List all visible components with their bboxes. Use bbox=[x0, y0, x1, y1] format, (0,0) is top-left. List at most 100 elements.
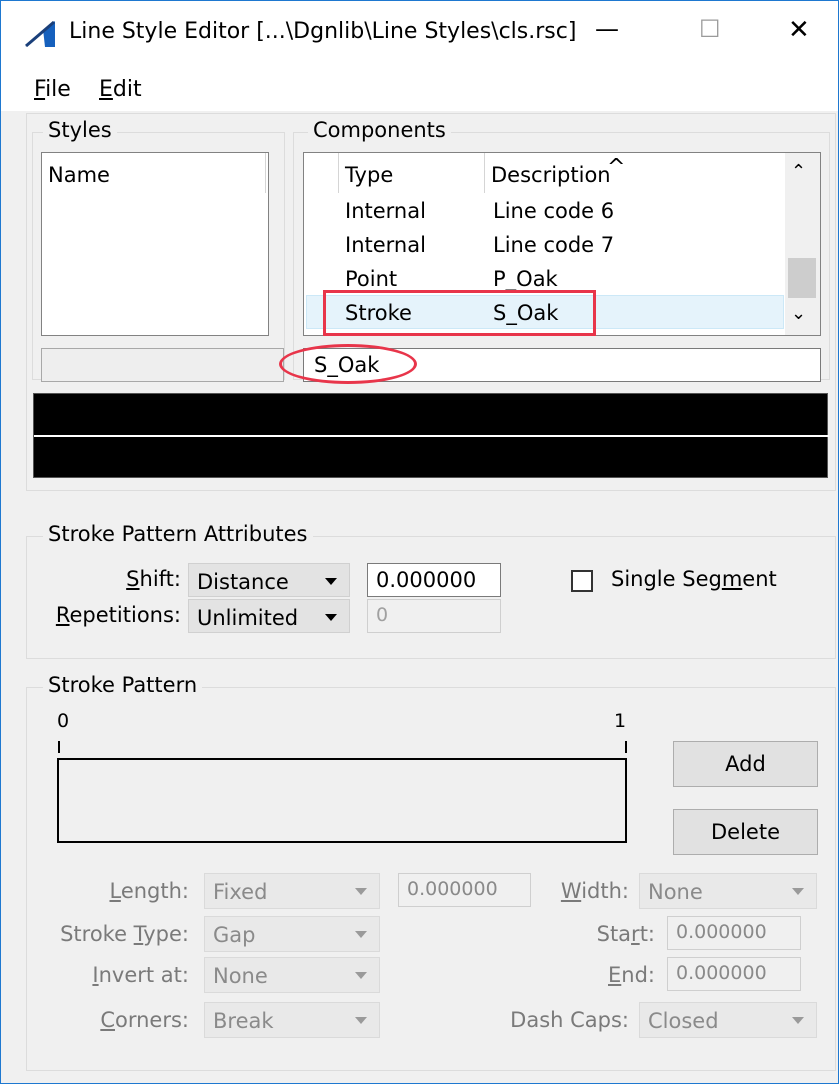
stroke-type-label: Stroke Type: bbox=[31, 922, 189, 946]
component-row-description[interactable]: Line code 6 bbox=[493, 199, 614, 223]
end-value-input: 0.000000 bbox=[667, 957, 801, 991]
ruler-end-tick bbox=[625, 741, 627, 753]
styles-name-header[interactable]: Name bbox=[42, 153, 266, 193]
dash-caps-label-text: Dash Caps: bbox=[510, 1008, 629, 1032]
length-label: Length: bbox=[41, 879, 189, 903]
width-label-key: W bbox=[560, 879, 582, 903]
single-segment-text: ent bbox=[742, 567, 777, 591]
component-row-type[interactable]: Point bbox=[345, 267, 397, 291]
stroke-type-dropdown: Gap bbox=[204, 916, 380, 952]
corners-label-key: C bbox=[100, 1008, 115, 1032]
stroke-pattern-canvas[interactable] bbox=[57, 758, 627, 843]
add-button[interactable]: Add bbox=[673, 741, 818, 787]
shift-label: Shift: bbox=[81, 567, 181, 591]
stroke-type-label-text: ype: bbox=[143, 922, 189, 946]
line-style-preview bbox=[33, 393, 829, 478]
minimize-button[interactable]: — bbox=[595, 15, 619, 43]
components-scrollbar[interactable]: ⌃ ⌄ bbox=[785, 153, 820, 335]
single-segment-checkbox[interactable] bbox=[571, 570, 593, 592]
stroke-pattern-label: Stroke Pattern bbox=[43, 673, 203, 697]
length-dropdown-value: Fixed bbox=[213, 880, 268, 904]
annotation-highlight-box bbox=[323, 290, 596, 336]
invert-at-label-text: nvert at: bbox=[98, 963, 189, 987]
stroke-pattern-attributes-group bbox=[26, 536, 836, 659]
shift-dropdown[interactable]: Distance bbox=[188, 563, 350, 597]
chevron-down-icon bbox=[792, 1017, 804, 1024]
components-type-header-label: Type bbox=[345, 163, 394, 187]
shift-label-text: hift: bbox=[139, 567, 181, 591]
single-segment-key: m bbox=[721, 567, 743, 591]
repetitions-label: Repetitions: bbox=[31, 603, 181, 627]
components-description-header[interactable]: Description ^ bbox=[485, 153, 787, 193]
styles-list[interactable]: Name bbox=[41, 152, 269, 336]
width-dropdown-value: None bbox=[648, 880, 703, 904]
components-blank-header bbox=[304, 153, 339, 193]
menu-file[interactable]: File bbox=[34, 77, 71, 102]
length-label-text: ength: bbox=[120, 879, 189, 903]
chevron-down-icon bbox=[355, 931, 367, 938]
component-row-description[interactable]: Line code 7 bbox=[493, 233, 614, 257]
repetitions-dropdown-value: Unlimited bbox=[197, 606, 299, 630]
corners-label: Corners: bbox=[31, 1008, 189, 1032]
end-label-text: nd: bbox=[621, 963, 655, 987]
title-bar[interactable]: Line Style Editor [...\Dgnlib\Line Style… bbox=[1, 1, 838, 69]
single-segment-label[interactable]: Single Segment bbox=[611, 567, 777, 591]
scroll-down-icon[interactable]: ⌄ bbox=[791, 303, 806, 324]
dash-caps-dropdown-value: Closed bbox=[648, 1009, 719, 1033]
invert-at-dropdown-value: None bbox=[213, 964, 268, 988]
width-label-text: idth: bbox=[581, 879, 629, 903]
repetitions-dropdown[interactable]: Unlimited bbox=[188, 599, 350, 633]
scrollbar-thumb[interactable] bbox=[788, 258, 816, 298]
width-label: Width: bbox=[541, 879, 629, 903]
line-style-editor-window: Line Style Editor [...\Dgnlib\Line Style… bbox=[0, 0, 839, 1084]
length-dropdown: Fixed bbox=[204, 873, 380, 909]
chevron-down-icon bbox=[355, 1017, 367, 1024]
stroke-type-label-text: Stroke bbox=[60, 922, 134, 946]
chevron-down-icon bbox=[355, 888, 367, 895]
end-label: End: bbox=[561, 963, 655, 987]
repetitions-count-input: 0 bbox=[367, 599, 501, 633]
corners-dropdown-value: Break bbox=[213, 1009, 274, 1033]
delete-button[interactable]: Delete bbox=[673, 809, 818, 855]
component-row-description[interactable]: P_Oak bbox=[493, 267, 558, 291]
sort-ascending-icon: ^ bbox=[607, 155, 626, 180]
menu-file-key: F bbox=[34, 77, 46, 102]
styles-label: Styles bbox=[43, 118, 117, 142]
menu-file-text: ile bbox=[45, 77, 71, 102]
chevron-down-icon bbox=[355, 972, 367, 979]
chevron-down-icon bbox=[325, 578, 337, 585]
dash-caps-label: Dash Caps: bbox=[471, 1008, 629, 1032]
corners-label-text: orners: bbox=[115, 1008, 189, 1032]
start-label: Start: bbox=[561, 922, 655, 946]
length-label-key: L bbox=[109, 879, 121, 903]
window-title: Line Style Editor [...\Dgnlib\Line Style… bbox=[69, 19, 577, 44]
start-value-input: 0.000000 bbox=[667, 916, 801, 950]
shift-label-key: S bbox=[126, 567, 140, 591]
start-label-key: r bbox=[631, 922, 640, 946]
single-segment-text: Single Seg bbox=[611, 567, 722, 591]
dash-caps-dropdown: Closed bbox=[639, 1002, 817, 1038]
menu-edit[interactable]: Edit bbox=[99, 77, 142, 102]
shift-distance-input[interactable]: 0.000000 bbox=[367, 563, 501, 597]
ruler-end-label: 1 bbox=[614, 710, 627, 732]
styles-name-header-label: Name bbox=[48, 163, 110, 187]
start-label-text: Sta bbox=[596, 922, 632, 946]
end-label-key: E bbox=[608, 963, 622, 987]
maximize-button[interactable]: ☐ bbox=[699, 15, 721, 43]
style-name-field bbox=[41, 348, 284, 382]
components-type-header[interactable]: Type bbox=[339, 153, 485, 193]
components-description-header-label: Description bbox=[491, 163, 611, 187]
ruler-start-label: 0 bbox=[57, 710, 70, 732]
annotation-highlight-ellipse bbox=[279, 344, 417, 384]
menu-edit-key: E bbox=[99, 77, 113, 102]
menu-edit-text: dit bbox=[112, 77, 142, 102]
component-row-type[interactable]: Internal bbox=[345, 233, 426, 257]
close-button[interactable]: ✕ bbox=[788, 15, 810, 45]
component-row-type[interactable]: Internal bbox=[345, 199, 426, 223]
invert-at-dropdown: None bbox=[204, 957, 380, 993]
preview-line bbox=[34, 435, 829, 437]
scroll-up-icon[interactable]: ⌃ bbox=[791, 161, 806, 182]
corners-dropdown: Break bbox=[204, 1002, 380, 1038]
repetitions-label-text: epetitions: bbox=[69, 603, 181, 627]
components-label: Components bbox=[308, 118, 451, 142]
